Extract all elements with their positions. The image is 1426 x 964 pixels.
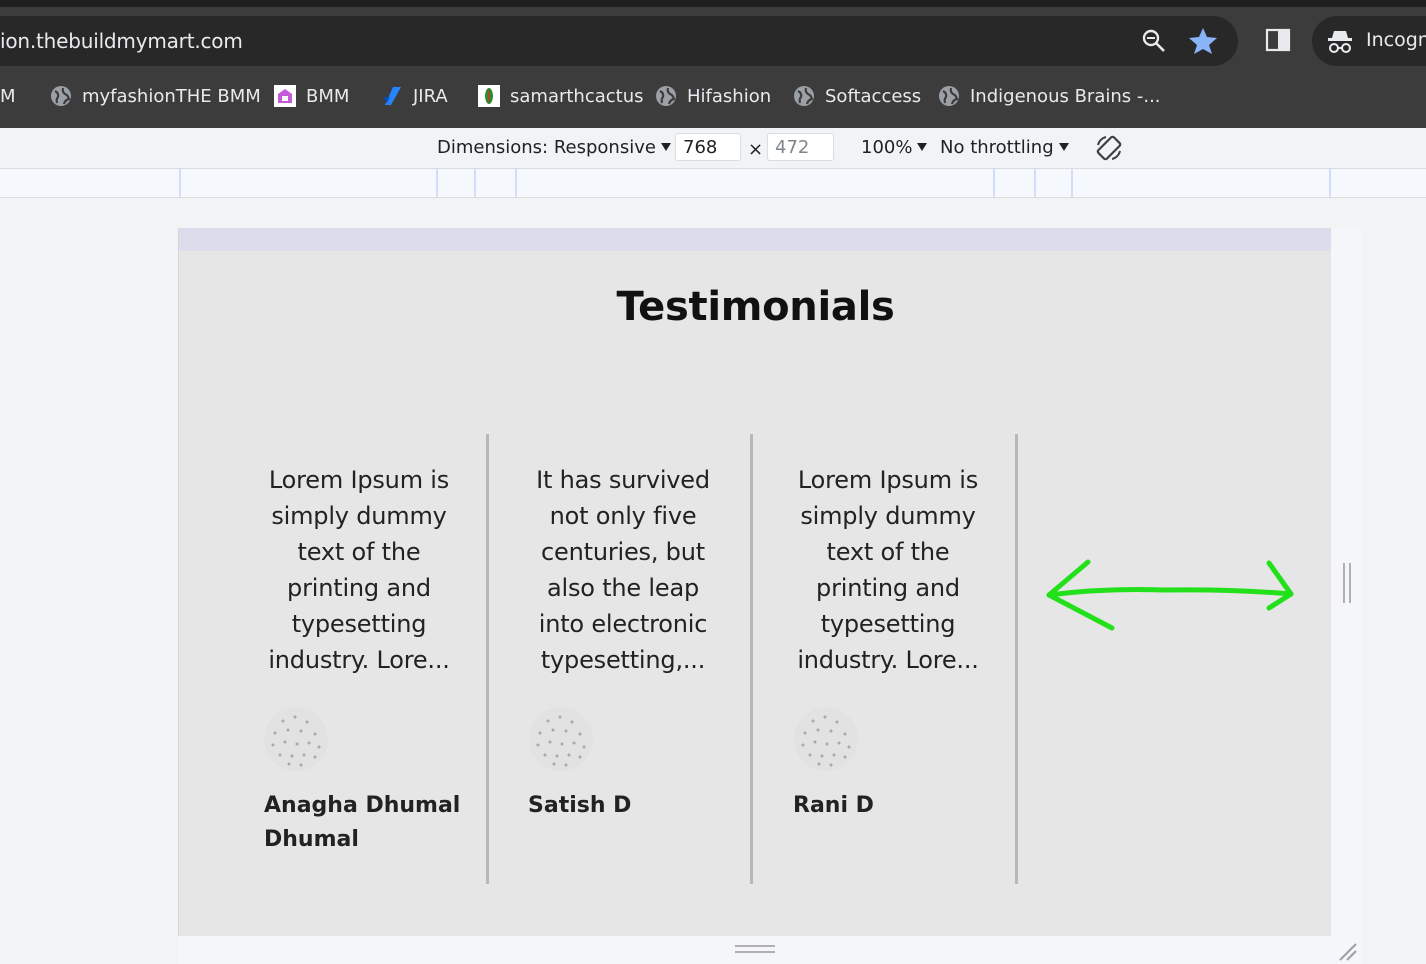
globe-icon [939,86,959,106]
breakpoint-marker [515,169,517,197]
bookmark-label: Hifashion [687,85,772,107]
page-title: Testimonials [616,284,895,330]
incognito-badge[interactable]: Incogni [1312,16,1426,66]
url-text[interactable]: ion.thebuildmymart.com [0,29,243,53]
height-input[interactable]: 472 [767,133,834,161]
bookmark-label: JIRA [413,85,448,107]
bookmark-samarthcactus[interactable]: samarthcactus [478,81,644,111]
bookmark-indigenous-brains[interactable]: Indigenous Brains -... [938,81,1161,111]
testimonial-card[interactable]: Lorem Ipsum is simply dummy text of the … [786,434,990,884]
bookmark-label: BMM [306,85,350,107]
bmm-logo-icon [274,85,296,107]
double-arrow-annotation-icon [1046,559,1294,631]
dropdown-arrow-icon [1058,143,1069,151]
breakpoint-marker [436,169,438,197]
zoom-label: 100% [861,137,913,158]
bookmark-label: Indigenous Brains -... [970,85,1161,107]
window-top-strip [0,0,1426,7]
bookmark-label: myfashionTHE BMM [82,85,261,107]
bookmark-jira[interactable]: JIRA [381,81,448,111]
dropdown-arrow-icon [660,143,671,151]
bottom-resize-handle[interactable] [735,945,775,953]
bookmark-label: samarthcactus [510,85,644,107]
jira-icon [384,87,401,105]
dimension-separator: × [748,139,764,160]
corner-resize-icon[interactable] [1336,940,1358,962]
bookmark-label: Softaccess [825,85,922,107]
breakpoint-marker [179,169,181,197]
avatar [264,707,328,771]
incognito-icon [1328,31,1352,53]
right-resize-area [1331,228,1361,936]
zoom-icon[interactable] [1141,28,1167,54]
star-icon[interactable] [1187,26,1219,56]
page-top-band [179,228,1332,251]
media-query-bar[interactable] [0,169,1426,198]
dropdown-arrow-icon [917,143,928,151]
throttling-label: No throttling [940,137,1054,158]
breakpoint-marker [474,169,476,197]
bookmark-m[interactable]: M [0,81,16,111]
bookmark-label: M [0,85,16,107]
breakpoint-marker [1034,169,1036,197]
width-input[interactable]: 768 [675,133,741,161]
testimonial-name: Anagha Dhumal Dhumal [264,793,461,852]
card-separator [486,434,489,884]
testimonial-card[interactable]: Lorem Ipsum is simply dummy text of the … [257,434,461,884]
bookmark-myfashion[interactable]: myfashionTHE BMM [50,81,261,111]
incognito-label: Incogni [1366,29,1426,51]
rotate-icon[interactable] [1094,133,1124,163]
dimensions-dropdown[interactable]: Dimensions: Responsive [437,137,671,158]
zoom-dropdown[interactable]: 100% [861,137,928,158]
testimonial-name: Rani D [793,793,874,818]
testimonial-text: Lorem Ipsum is simply dummy text of the … [797,466,979,674]
avatar [794,707,858,771]
testimonial-card[interactable]: It has survived not only five centuries,… [521,434,725,884]
testimonial-name: Satish D [528,793,632,818]
card-separator [1015,434,1018,884]
bookmark-bmm[interactable]: BMM [274,81,349,111]
dimensions-label: Dimensions: Responsive [437,137,656,158]
throttling-dropdown[interactable]: No throttling [940,137,1069,158]
avatar [529,707,593,771]
device-toolbar: Dimensions: Responsive 768 × 472 100% No… [0,128,1426,169]
globe-icon [794,86,814,106]
bookmark-hifashion[interactable]: Hifashion [655,81,771,111]
globe-icon [51,86,71,106]
device-viewport: Testimonials Lorem Ipsum is simply dummy… [178,228,1332,936]
breakpoint-marker [993,169,995,197]
globe-icon [656,86,676,106]
bookmarks-bar: M myfashionTHE BMM BMM JIRA samarthcactu… [0,81,1426,111]
side-panel-icon[interactable] [1265,27,1291,53]
right-resize-handle[interactable] [1343,563,1351,603]
testimonial-text: It has survived not only five centuries,… [536,466,710,674]
browser-chrome: ion.thebuildmymart.com Incogni M myfashi [0,7,1426,128]
cactus-icon [478,85,500,107]
breakpoint-marker [1329,169,1331,197]
address-bar[interactable]: ion.thebuildmymart.com [0,16,1238,66]
breakpoint-marker [1071,169,1073,197]
card-separator [750,434,753,884]
bookmark-softaccess[interactable]: Softaccess [793,81,921,111]
testimonial-text: Lorem Ipsum is simply dummy text of the … [268,466,450,674]
bottom-resize-area [178,936,1361,964]
